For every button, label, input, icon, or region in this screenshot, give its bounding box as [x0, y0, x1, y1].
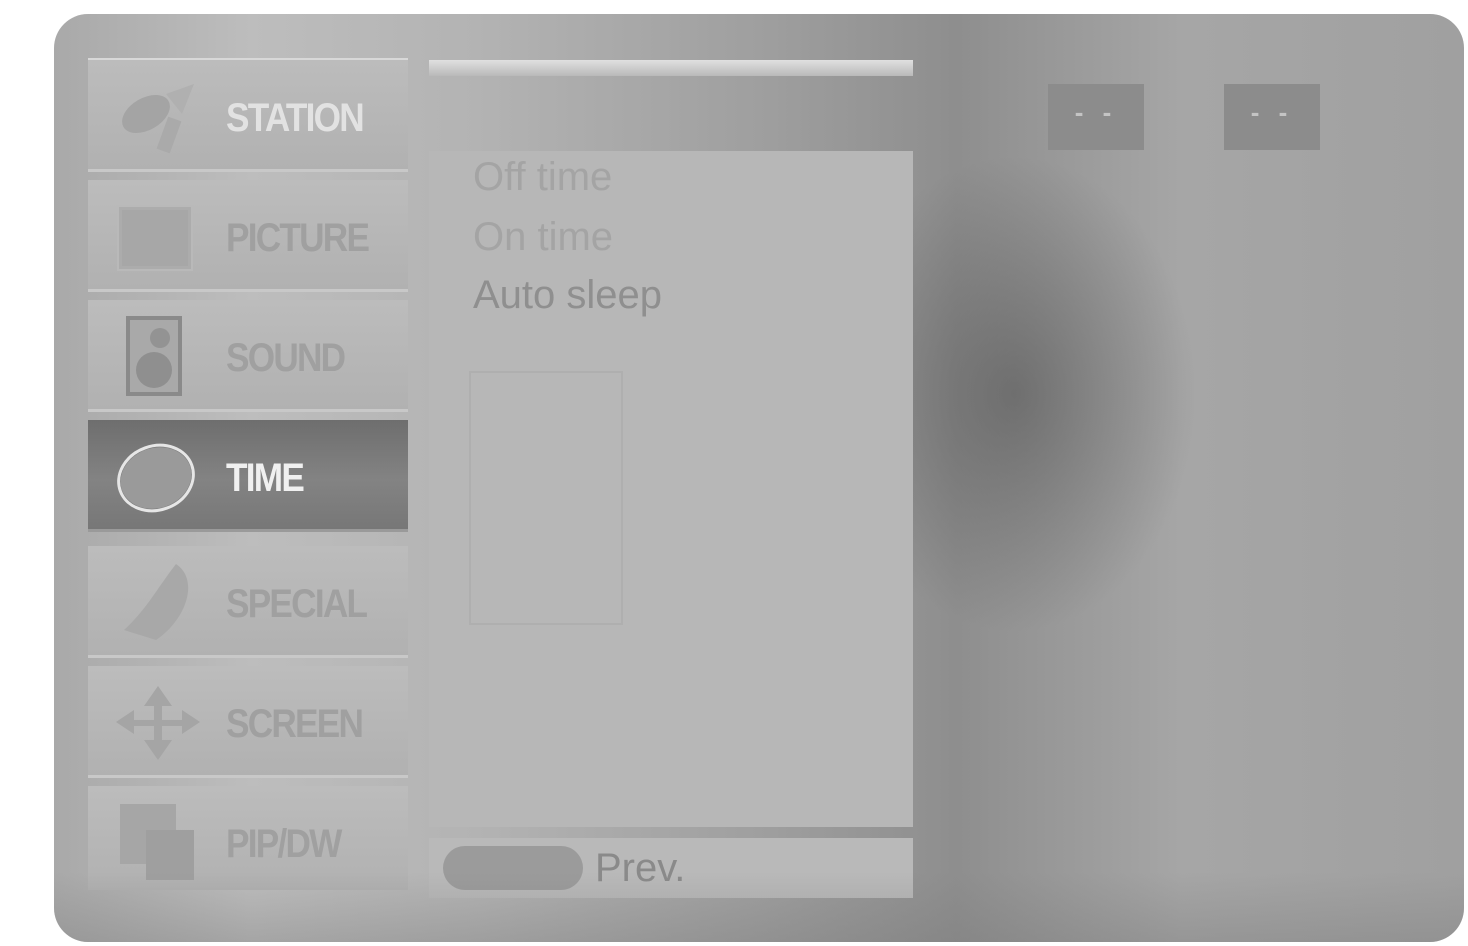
submenu-item-auto-sleep[interactable]: Auto sleep	[473, 273, 662, 318]
clock-icon	[117, 443, 195, 513]
hour-value-box[interactable]: - -	[1048, 84, 1144, 150]
menu-item-special[interactable]: SPECIAL	[88, 546, 408, 658]
menu-label-station: STATION	[226, 96, 365, 140]
menu-item-time[interactable]: TIME	[88, 420, 408, 532]
minute-value-box[interactable]: - -	[1224, 84, 1320, 150]
special-icon	[124, 564, 189, 640]
menu-item-station[interactable]: STATION	[88, 60, 408, 172]
menu-label-picture: PICTURE	[226, 216, 370, 260]
menu-label-sound: SOUND	[226, 336, 346, 380]
menu-label-special: SPECIAL	[226, 582, 368, 626]
menu-item-picture[interactable]: PICTURE	[88, 180, 408, 292]
prev-button[interactable]	[443, 846, 583, 890]
picture-icon	[117, 205, 193, 271]
prev-label: Prev.	[595, 846, 686, 890]
osd-menu-frame: STATION PICTURE SOUND TIME SPECIAL SCREE…	[54, 14, 1464, 942]
submenu-item-on-time[interactable]: On time	[473, 215, 613, 260]
menu-item-sound[interactable]: SOUND	[88, 300, 408, 412]
menu-label-pip: PIP/DW	[226, 822, 342, 866]
submenu-item-off-time[interactable]: Off time	[473, 155, 612, 200]
submenu-title-bar	[429, 60, 913, 76]
screen-arrows-icon	[116, 686, 200, 760]
satellite-icon	[122, 84, 194, 154]
menu-item-screen[interactable]: SCREEN	[88, 666, 408, 778]
menu-item-pip[interactable]: PIP/DW	[88, 786, 408, 890]
speaker-icon	[126, 316, 182, 396]
menu-label-screen: SCREEN	[226, 702, 364, 746]
pip-icon	[120, 804, 194, 880]
submenu-panel: Off time On time Auto sleep	[429, 151, 913, 827]
footer-bar: Prev.	[429, 838, 913, 898]
menu-label-time: TIME	[226, 456, 305, 500]
